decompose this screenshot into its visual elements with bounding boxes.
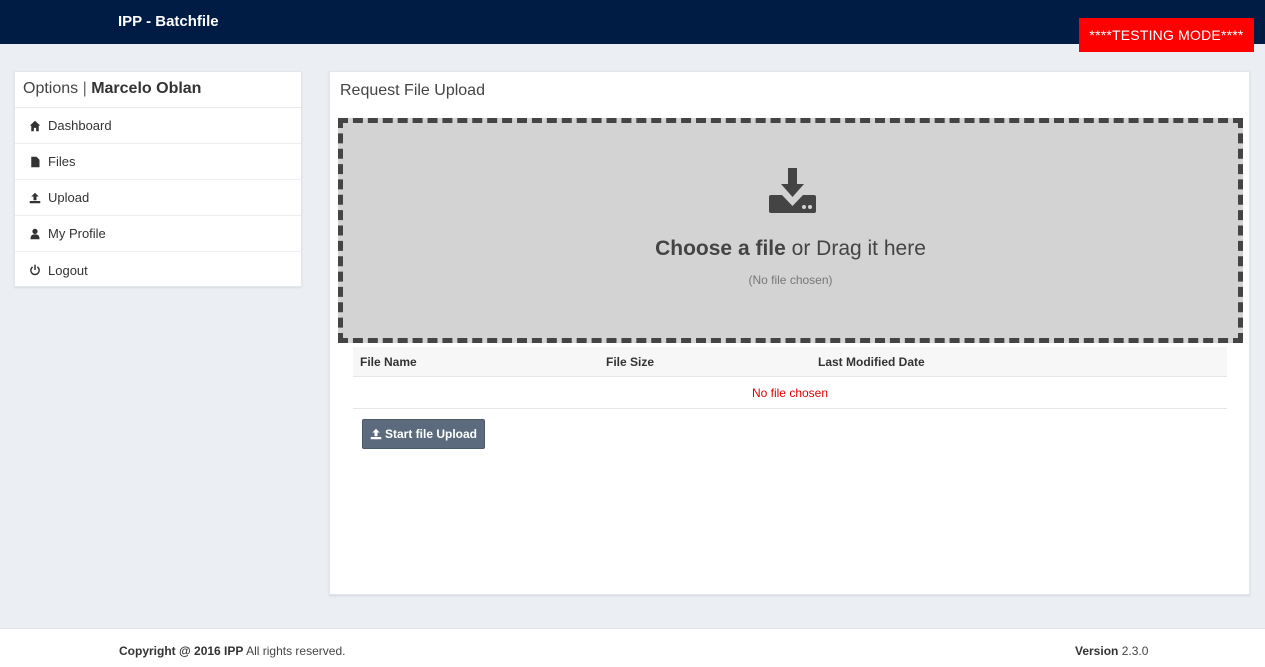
sidebar-item-label: Upload xyxy=(48,190,90,205)
table-header: File Name File Size Last Modified Date xyxy=(353,347,1227,377)
copyright-rest: All rights reserved. xyxy=(246,644,346,658)
sidebar-item-upload[interactable]: Upload xyxy=(15,180,301,216)
sidebar-item-label: My Profile xyxy=(48,226,106,241)
sidebar-header: Options | Marcelo Oblan xyxy=(15,72,301,108)
file-icon xyxy=(31,156,40,167)
sidebar-item-files[interactable]: Files xyxy=(15,144,301,180)
sidebar-item-logout[interactable]: Logout xyxy=(15,252,301,288)
sidebar-item-label: Logout xyxy=(48,262,88,278)
dropzone-prompt: Choose a file or Drag it here xyxy=(343,237,1238,261)
top-navbar: IPP - Batchfile ****TESTING MODE**** xyxy=(0,0,1265,52)
empty-table-row: No file chosen xyxy=(353,377,1227,409)
brand-title[interactable]: IPP - Batchfile xyxy=(118,13,219,30)
file-table: File Name File Size Last Modified Date N… xyxy=(353,347,1227,409)
upload-panel: Request File Upload Choose a file or Dra… xyxy=(329,71,1250,595)
panel-title: Request File Upload xyxy=(340,82,485,99)
user-name: Marcelo Oblan xyxy=(91,80,202,97)
start-upload-label: Start file Upload xyxy=(384,427,477,441)
drag-label: or Drag it here xyxy=(791,237,926,260)
sidebar-separator: | xyxy=(82,80,87,97)
download-drive-icon xyxy=(769,168,816,213)
column-last-modified: Last Modified Date xyxy=(818,355,925,369)
version-value: 2.3.0 xyxy=(1121,644,1149,658)
version-text: Version 2.3.0 xyxy=(1075,644,1148,658)
sidebar-item-label: Files xyxy=(48,154,76,169)
choose-file-label: Choose a file xyxy=(655,237,786,260)
column-file-size: File Size xyxy=(606,355,655,369)
column-file-name: File Name xyxy=(360,355,417,369)
upload-icon xyxy=(29,192,41,203)
version-label: Version xyxy=(1075,644,1119,658)
sidebar-title: Options xyxy=(23,80,79,97)
file-dropzone[interactable]: Choose a file or Drag it here (No file c… xyxy=(338,118,1243,343)
power-icon xyxy=(30,264,40,276)
sidebar-item-label: Dashboard xyxy=(48,118,112,133)
copyright-bold: Copyright @ 2016 IPP xyxy=(119,644,244,658)
home-icon xyxy=(29,120,41,131)
testing-mode-badge: ****TESTING MODE**** xyxy=(1079,18,1254,52)
sidebar-item-dashboard[interactable]: Dashboard xyxy=(15,108,301,144)
copyright-text: Copyright @ 2016 IPP All rights reserved… xyxy=(119,644,345,658)
upload-icon xyxy=(370,428,382,440)
dropzone-status: (No file chosen) xyxy=(748,273,833,287)
start-upload-button[interactable]: Start file Upload xyxy=(362,419,485,449)
options-sidebar: Options | Marcelo Oblan Dashboard Files … xyxy=(14,71,302,287)
sidebar-item-my-profile[interactable]: My Profile xyxy=(15,216,301,252)
page-footer: Copyright @ 2016 IPP All rights reserved… xyxy=(0,628,1265,667)
user-icon xyxy=(30,228,40,239)
